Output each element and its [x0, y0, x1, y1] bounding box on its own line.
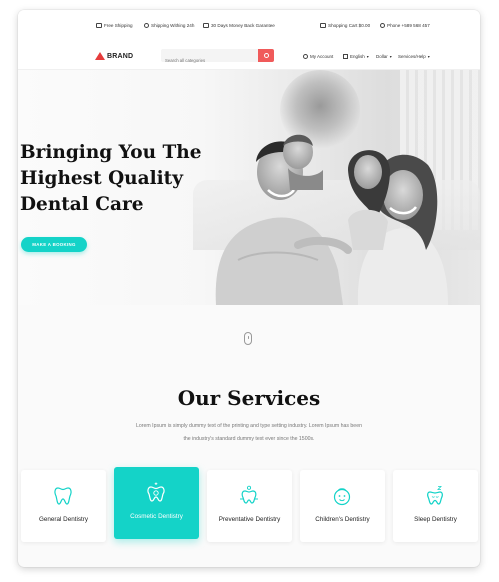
search-icon [263, 53, 269, 58]
shopping-cart-link[interactable]: Shopping Cart $0.00 [320, 23, 370, 28]
service-label: Sleep Dentistry [414, 516, 457, 523]
service-card-general-dentistry[interactable]: General Dentistry [21, 470, 106, 542]
brand-name: BRAND [107, 52, 134, 60]
hero-headline-line-1: Bringing You The [20, 142, 202, 163]
sleeping-tooth-icon [427, 486, 443, 505]
shipping-time-text: Shipping Withing 24h [151, 23, 195, 28]
hero-headline: Bringing You The Highest Quality Dental … [20, 140, 220, 218]
services-help-menu[interactable]: Services/Help ▾ [398, 54, 430, 59]
my-account-text: My Account [310, 54, 334, 59]
currency-select[interactable]: Dollar ▾ [376, 54, 392, 59]
tooth-icon [54, 487, 72, 505]
service-card-preventative-dentistry[interactable]: Preventative Dentistry [207, 470, 292, 542]
cart-icon [320, 23, 326, 28]
service-card-childrens-dentistry[interactable]: Children's Dentistry [300, 470, 385, 542]
top-utility-bar: Free Shipping Shipping Withing 24h 30 Da… [18, 10, 480, 44]
search-input[interactable] [161, 54, 256, 67]
services-list: General Dentistry Cosmetic Dentistry Pre… [18, 467, 480, 542]
services-description: Lorem Ipsum is simply dummy text of the … [136, 423, 362, 442]
family-photo [215, 134, 448, 305]
service-label: Children's Dentistry [315, 516, 370, 523]
shopping-cart-text: Shopping Cart $0.00 [328, 23, 371, 28]
main-navbar: BRAND My Account English ▾ Dollar ▾ Serv… [18, 44, 480, 70]
hero-headline-line-2: Highest Quality [20, 168, 183, 189]
phone-info: Phone +589 568 457 [380, 23, 430, 28]
service-label: Preventative Dentistry [218, 516, 281, 523]
child-face-icon [333, 488, 351, 506]
chevron-down-icon: ▾ [366, 54, 369, 59]
search-box [161, 49, 274, 67]
free-shipping-text: Free Shipping [104, 23, 133, 28]
my-account-link[interactable]: My Account [303, 54, 333, 59]
service-card-sleep-dentistry[interactable]: Sleep Dentistry [393, 470, 478, 542]
services-help-text: Services/Help [398, 54, 426, 59]
make-booking-button[interactable]: MAKE A BOOKING [21, 237, 87, 252]
service-card-cosmetic-dentistry[interactable]: Cosmetic Dentistry [114, 467, 199, 539]
language-select[interactable]: English ▾ [343, 54, 369, 59]
currency-text: Dollar [376, 54, 388, 59]
language-text: English [350, 54, 365, 59]
scroll-mouse-icon[interactable] [244, 332, 252, 345]
truck-icon [96, 23, 102, 28]
thumbs-up-icon [203, 23, 209, 28]
brand-logo-mark-icon [95, 52, 105, 60]
language-flag-icon [343, 54, 348, 59]
user-icon [303, 54, 308, 59]
service-label: General Dentistry [39, 516, 88, 523]
hero-section: Bringing You The Highest Quality Dental … [18, 70, 480, 305]
chevron-down-icon: ▾ [427, 54, 430, 59]
money-back-text: 30 Days Money Back Garantee [211, 23, 275, 28]
service-label: Cosmetic Dentistry [130, 513, 183, 520]
clock-icon [144, 23, 149, 28]
shipping-time-info: Shipping Withing 24h [144, 23, 194, 28]
brand-logo[interactable]: BRAND [95, 52, 133, 60]
hero-headline-line-3: Dental Care [20, 194, 144, 215]
free-shipping-info: Free Shipping [96, 23, 133, 28]
phone-text: Phone +589 568 457 [387, 23, 430, 28]
tooth-care-icon [240, 485, 258, 504]
search-button[interactable] [258, 49, 274, 62]
money-back-info: 30 Days Money Back Garantee [203, 23, 275, 28]
page-frame: Free Shipping Shipping Withing 24h 30 Da… [18, 10, 480, 567]
tooth-sparkle-icon [147, 482, 165, 502]
services-heading: Our Services [177, 386, 321, 410]
phone-icon [380, 23, 385, 28]
chevron-down-icon: ▾ [389, 54, 392, 59]
